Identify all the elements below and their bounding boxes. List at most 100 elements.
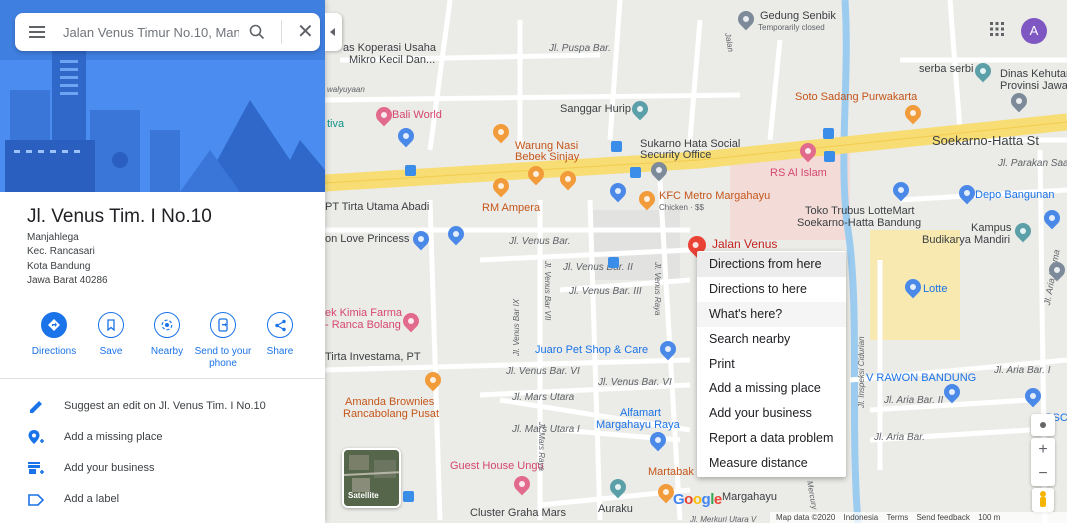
bus-stop-icon[interactable] [611,141,622,152]
add-business-row[interactable]: Add your business [0,453,325,483]
map-label: Jl. Venus Bar. VI [506,366,580,377]
map-label: Depo Bangunan [975,189,1055,201]
map-label: Soto Sadang Purwakarta [795,91,918,103]
add-missing-place-row[interactable]: Add a missing place [0,422,325,452]
map-label: as Koperasi Usaha [343,42,436,54]
share-button[interactable]: Share [245,312,315,358]
map-label: V RAWON BANDUNG [866,372,977,384]
directions-icon [41,312,67,338]
map-label: Jl. Aria Bar. [874,432,925,443]
map-label: Margahayu [722,491,778,503]
map-label: Jl. Venus Bar IX [512,298,521,356]
bus-stop-icon[interactable] [608,257,619,268]
map-label: RM Ampera [482,202,541,214]
map-label: Jalan Venus [712,237,778,251]
row-label: Add your business [64,462,155,474]
search-input[interactable] [63,22,239,42]
map-label: KFC Metro Margahayu [659,190,771,202]
chevron-left-icon [330,28,335,36]
map-label: on Love Princess [325,233,410,245]
suggest-edit-row[interactable]: Suggest an edit on Jl. Venus Tim. I No.1… [0,391,325,421]
map-label: Dinas Kehutar [1000,68,1067,80]
menu-item-report-data-problem[interactable]: Report a data problem [697,426,846,451]
action-label: Share [266,346,294,357]
map-label: Jl. Aria Bar. II [884,395,944,406]
map-label: Chicken · $$ [659,203,704,212]
zoom-in-button[interactable]: + [1031,438,1055,462]
add-label-row[interactable]: Add a label [0,484,325,514]
add-place-icon [28,430,44,444]
map-label: Jl. Venus Raya [653,262,662,316]
menu-item-add-missing-place[interactable]: Add a missing place [697,376,846,401]
map-label: Gedung Senbik [760,10,836,22]
map-label: Jl. Mars Raya [537,422,546,471]
map-label: Provinsi Jawa [1000,80,1067,92]
bus-stop-icon[interactable] [403,491,414,502]
zoom-out-button[interactable]: − [1031,462,1055,486]
map-label: Jl. Aria Bar. I [994,365,1051,376]
map-label: Jl. Puspa Bar. [549,43,611,54]
menu-item-search-nearby[interactable]: Search nearby [697,327,846,352]
map-label: Kampus [971,222,1012,234]
place-panel: ✕ Jl. Venus Tim. I No.10 Manjahlega Kec.… [0,0,325,523]
pegman-icon [1040,491,1046,507]
map-label: Bali World [392,109,442,121]
place-title: Jl. Venus Tim. I No.10 [27,206,212,227]
menu-item-directions-to-here[interactable]: Directions to here [697,277,846,302]
street-view-pegman[interactable] [1032,488,1054,512]
satellite-toggle[interactable]: Satellite [342,448,401,508]
search-box: ✕ [15,13,320,51]
panel-divider [0,378,325,379]
bus-stop-icon[interactable] [630,167,641,178]
menu-item-whats-here[interactable]: What's here? [697,301,846,327]
map-label: Jl. Parakan Saat I [998,158,1067,169]
row-label: Suggest an edit on Jl. Venus Tim. I No.1… [64,400,266,412]
send-feedback-link[interactable]: Send feedback [916,513,969,522]
map-label: Sanggar Hurip [560,103,631,115]
scale-text[interactable]: 100 m [978,513,1000,522]
bus-stop-icon[interactable] [405,165,416,176]
map-label: RS Al Islam [770,167,827,179]
address-line: Manjahlega [27,232,79,243]
account-avatar[interactable]: A [1021,18,1047,44]
map-label: ek Kimia Farma [325,307,403,319]
map-label: Jl. Merkuri Utara V [690,515,757,523]
my-location-button[interactable] [1031,414,1055,436]
map-label: Jl. Venus Bar. II [563,262,633,273]
bus-stop-icon[interactable] [824,151,835,162]
map-label: Jl. Venus Bar VII [543,261,552,321]
bookmark-icon [98,312,124,338]
menu-item-print[interactable]: Print [697,352,846,377]
menu-item-add-your-business[interactable]: Add your business [697,401,846,426]
menu-item-directions-from-here[interactable]: Directions from here [697,252,846,277]
label-icon [28,494,45,506]
menu-item-measure-distance[interactable]: Measure distance [697,451,846,476]
map-label: Bebek Sinjay [515,151,580,163]
place-hero-illustration: ✕ [0,0,325,192]
map-label: Temporarily closed [758,23,825,32]
bus-stop-icon[interactable] [823,128,834,139]
close-icon[interactable]: ✕ [297,22,314,42]
search-divider [281,20,282,44]
nearby-icon [154,312,180,338]
map-label: Alfamart [620,407,661,419]
row-label: Add a missing place [64,431,163,443]
map-label: Margahayu Raya [596,419,680,431]
map-label: Budikarya Mandiri [922,234,1011,246]
satellite-label: Satellite [348,491,379,500]
row-label: Add a label [64,493,120,505]
map-context-menu: Directions from here Directions to here … [697,251,846,477]
map-label: Juaro Pet Shop & Care [535,344,649,356]
collapse-panel-button[interactable] [325,13,342,51]
search-icon[interactable] [248,23,266,41]
map-footer: Map data ©2020 Indonesia Terms Send feed… [770,512,1067,523]
menu-icon[interactable] [29,26,45,38]
map-label: Cluster Graha Mars [470,507,566,519]
apps-grid-icon[interactable] [989,21,1005,37]
region-link[interactable]: Indonesia [844,513,879,522]
map-label: Jl. Venus Bar. III [569,286,642,297]
address-line: Kota Bandung [27,261,91,272]
terms-link[interactable]: Terms [886,513,908,522]
map-label: Martabak [648,466,694,478]
zoom-control: + − [1031,438,1055,486]
